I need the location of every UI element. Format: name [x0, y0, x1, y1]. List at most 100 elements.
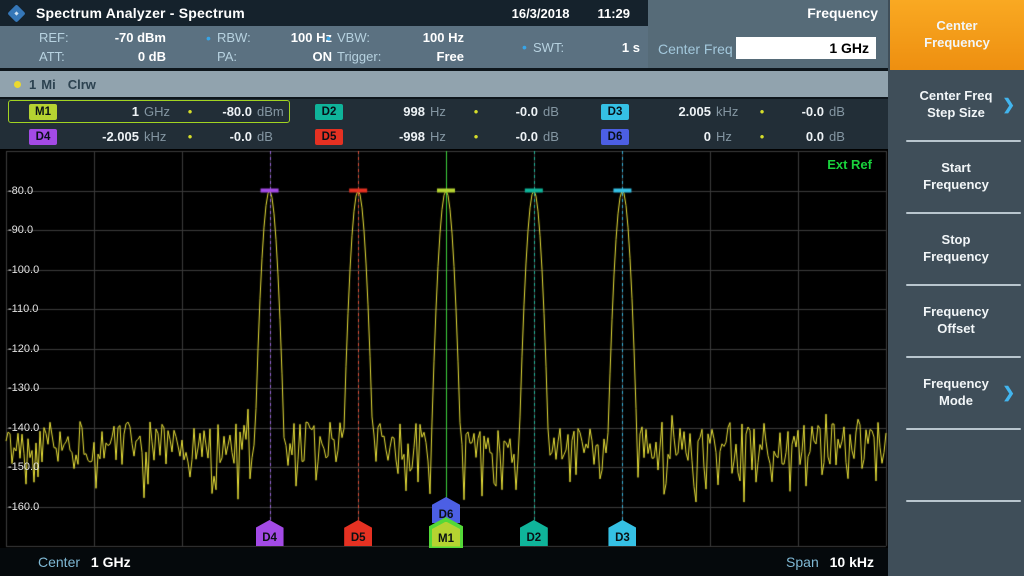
- coupled-bullet-icon: •: [326, 33, 337, 43]
- setting-label: VBW:: [337, 30, 370, 45]
- marker-cell-D4[interactable]: D4-2.005kHz•-0.0dB: [8, 125, 290, 148]
- setting-value: Free: [381, 49, 464, 64]
- marker-level-unit: dB: [824, 129, 865, 144]
- marker-cell-D6[interactable]: D60Hz•0.0dB: [580, 125, 864, 148]
- marker-badge-D4: D4: [29, 129, 57, 145]
- span-label: Span: [786, 554, 819, 570]
- setting-pa[interactable]: PA:ON: [206, 48, 332, 66]
- marker-table: M11GHz•-80.0dBmD2998Hz•-0.0dB D32.005kHz•…: [0, 99, 888, 149]
- marker-level: -0.0: [772, 104, 824, 119]
- time-label: 11:29: [597, 6, 630, 21]
- spectrum-analyzer-screen: Spectrum Analyzer - Spectrum 16/3/2018 1…: [0, 0, 1024, 576]
- separator-dot-icon: •: [752, 129, 772, 144]
- softkey-label: Frequency Mode: [923, 376, 989, 410]
- trace-settings-bar[interactable]: 1 Mi Clrw: [0, 71, 888, 97]
- separator-dot-icon: •: [180, 104, 200, 119]
- rs-logo-icon: [9, 6, 24, 21]
- marker-cell-D3[interactable]: D32.005kHz•-0.0dB: [580, 100, 864, 123]
- marker-badge-D2: D2: [315, 104, 343, 120]
- y-axis-tick-label: -80.0: [8, 185, 33, 197]
- softkey-stop-frequency[interactable]: Stop Frequency: [888, 214, 1024, 284]
- title-bar: Spectrum Analyzer - Spectrum 16/3/2018 1…: [0, 0, 648, 26]
- center-freq-input[interactable]: 1 GHz: [736, 37, 876, 59]
- y-axis-tick-label: -100.0: [8, 264, 39, 276]
- marker-frequency: -2.005: [57, 129, 139, 144]
- app-title: Spectrum Analyzer - Spectrum: [36, 5, 245, 21]
- setting-value: ON: [237, 49, 332, 64]
- softkey-start-frequency[interactable]: Start Frequency: [888, 142, 1024, 212]
- trace-mode: Mi: [41, 77, 55, 92]
- datetime: 16/3/2018 11:29: [512, 6, 648, 21]
- setting-ref[interactable]: REF:-70 dBm: [28, 29, 166, 47]
- panel-title: Frequency: [807, 5, 878, 21]
- marker-level-unit: dBm: [252, 104, 293, 119]
- coupled-bullet-icon: •: [206, 33, 217, 43]
- setting-att[interactable]: ATT:0 dB: [28, 48, 166, 66]
- marker-level: -0.0: [200, 129, 252, 144]
- marker-level-unit: dB: [252, 129, 293, 144]
- separator-dot-icon: •: [466, 129, 486, 144]
- setting-label: ATT:: [39, 49, 65, 64]
- softkey-label: Center Freq Step Size: [920, 88, 993, 122]
- coupled-bullet-icon: •: [522, 42, 533, 52]
- setting-vbw[interactable]: •VBW:100 Hz: [326, 29, 464, 47]
- center-freq-label: Center Freq: [658, 41, 733, 57]
- marker-cell-D5[interactable]: D5-998Hz•-0.0dB: [294, 125, 572, 148]
- frequency-panel: Frequency Center Freq 1 GHz: [648, 0, 888, 68]
- marker-frequency-unit: GHz: [139, 104, 180, 119]
- softkey-frequency-mode[interactable]: Frequency Mode❯: [888, 358, 1024, 428]
- setting-label: SWT:: [533, 40, 564, 55]
- marker-level-unit: dB: [538, 104, 579, 119]
- setting-label: REF:: [39, 30, 69, 45]
- trace-color-dot-icon: [14, 81, 21, 88]
- marker-badge-D6: D6: [601, 129, 629, 145]
- submenu-chevron-icon: ❯: [1002, 95, 1015, 115]
- spectrum-canvas[interactable]: [0, 149, 888, 548]
- trace-detector: Clrw: [68, 77, 96, 92]
- softkey-menu: Center Frequency Center Freq Step Size ❯ St…: [888, 0, 1024, 576]
- span-readout[interactable]: Span 10 kHz: [786, 554, 874, 570]
- marker-badge-M1: M1: [29, 104, 57, 120]
- marker-cell-D2[interactable]: D2998Hz•-0.0dB: [294, 100, 572, 123]
- setting-value: 1 s: [564, 40, 640, 55]
- settings-column: •VBW:100 HzTrigger:Free: [326, 28, 464, 66]
- y-axis-tick-label: -110.0: [8, 303, 38, 315]
- setting-value: 100 Hz: [251, 30, 332, 45]
- marker-frequency-unit: kHz: [711, 104, 752, 119]
- marker-level: 0.0: [772, 129, 824, 144]
- marker-level-unit: dB: [824, 104, 865, 119]
- softkey-label: Center Frequency: [924, 18, 990, 52]
- setting-value: -70 dBm: [69, 30, 166, 45]
- softkey-empty-7: [888, 502, 1024, 576]
- setting-trigger[interactable]: Trigger:Free: [326, 48, 464, 66]
- y-axis-tick-label: -130.0: [8, 382, 39, 394]
- center-label: Center: [38, 554, 80, 570]
- separator-dot-icon: •: [180, 129, 200, 144]
- setting-rbw[interactable]: •RBW:100 Hz: [206, 29, 332, 47]
- setting-swt[interactable]: •SWT:1 s: [522, 38, 640, 56]
- marker-badge-D3: D3: [601, 104, 629, 120]
- separator-dot-icon: •: [752, 104, 772, 119]
- softkey-label: Start Frequency: [923, 160, 989, 194]
- marker-cell-M1[interactable]: M11GHz•-80.0dBm: [8, 100, 290, 123]
- setting-label: RBW:: [217, 30, 251, 45]
- marker-frequency-unit: Hz: [711, 129, 752, 144]
- separator-dot-icon: •: [466, 104, 486, 119]
- marker-frequency-unit: kHz: [139, 129, 180, 144]
- marker-frequency: 0: [629, 129, 711, 144]
- center-frequency-readout[interactable]: Center 1 GHz: [38, 554, 131, 570]
- setting-value: 0 dB: [65, 49, 166, 64]
- settings-column: •RBW:100 HzPA:ON: [206, 28, 332, 66]
- softkey-center-freq-step-size[interactable]: Center Freq Step Size ❯: [888, 70, 1024, 140]
- marker-frequency: -998: [343, 129, 425, 144]
- trace-number: 1: [29, 77, 36, 92]
- softkey-center-frequency[interactable]: Center Frequency: [890, 0, 1024, 70]
- marker-level: -80.0: [200, 104, 252, 119]
- softkey-frequency-offset[interactable]: Frequency Offset: [888, 286, 1024, 356]
- y-axis-tick-label: -150.0: [8, 461, 39, 473]
- settings-column: •SWT:1 s: [522, 28, 640, 66]
- marker-badge-D5: D5: [315, 129, 343, 145]
- setting-label: Trigger:: [337, 49, 381, 64]
- marker-frequency-unit: Hz: [425, 129, 466, 144]
- settings-bar: REF:-70 dBmATT:0 dB•RBW:100 HzPA:ON•VBW:…: [0, 26, 648, 68]
